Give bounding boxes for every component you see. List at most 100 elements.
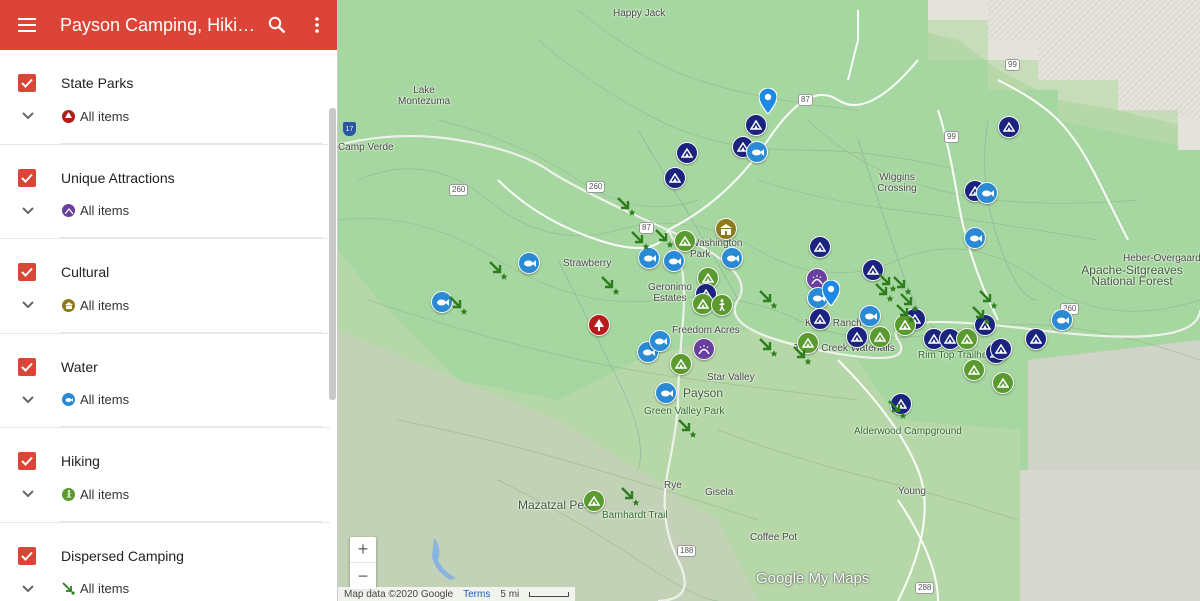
- dispersed-camping-arrow-icon[interactable]: [654, 228, 674, 248]
- dispersed-camping-arrow-icon[interactable]: [792, 345, 812, 365]
- campground-tent-icon[interactable]: [583, 490, 605, 512]
- museum-icon: [62, 298, 75, 312]
- tree-icon[interactable]: [588, 314, 610, 336]
- campground-tent-icon[interactable]: [670, 353, 692, 375]
- map-canvas[interactable]: Happy Jack Lake Montezuma Camp Verde Str…: [338, 0, 1200, 601]
- layer-checkbox[interactable]: [18, 357, 36, 376]
- campground-tent-icon[interactable]: [869, 326, 891, 348]
- fish-icon[interactable]: [746, 141, 768, 163]
- chevron-down-icon[interactable]: [20, 203, 36, 219]
- museum-icon[interactable]: [715, 218, 737, 240]
- dispersed-camping-arrow-icon[interactable]: [758, 337, 778, 357]
- layer-hiking: Hiking All items: [0, 428, 330, 523]
- sparkle-icon: [62, 204, 75, 217]
- dispersed-camping-arrow-icon[interactable]: [448, 295, 468, 315]
- all-items-link[interactable]: All items: [80, 298, 129, 313]
- layer-water: Water All items: [0, 334, 330, 428]
- dispersed-camping-arrow-icon[interactable]: [616, 196, 636, 216]
- fish-icon[interactable]: [976, 182, 998, 204]
- location-pin-icon[interactable]: [758, 87, 778, 115]
- campground-tent-icon[interactable]: [963, 359, 985, 381]
- attribution-bar: Map data ©2020 Google Terms 5 mi: [338, 587, 576, 601]
- fish-icon[interactable]: [721, 247, 743, 269]
- dispersed-camping-arrow-icon[interactable]: [874, 282, 894, 302]
- map-data-text: Map data ©2020 Google: [344, 588, 454, 600]
- search-icon[interactable]: [257, 0, 297, 50]
- fish-icon[interactable]: [663, 250, 685, 272]
- all-items-link[interactable]: All items: [80, 203, 129, 218]
- layer-checkbox[interactable]: [18, 452, 36, 470]
- fish-icon[interactable]: [859, 305, 881, 327]
- layer-checkbox[interactable]: [18, 546, 36, 565]
- dispersed-camping-arrow-icon[interactable]: [630, 230, 650, 250]
- location-pin-icon[interactable]: [821, 279, 841, 307]
- layer-name[interactable]: State Parks: [61, 75, 133, 91]
- all-items-link[interactable]: All items: [80, 109, 129, 124]
- dispersed-camping-arrow-icon[interactable]: [620, 486, 640, 506]
- fish-icon[interactable]: [964, 227, 986, 249]
- layer-checkbox[interactable]: [18, 74, 36, 92]
- dispersed-camping-arrow-icon[interactable]: [758, 289, 778, 309]
- chevron-down-icon[interactable]: [20, 486, 36, 502]
- dispersed-camping-arrow-icon[interactable]: [488, 260, 508, 280]
- layer-name[interactable]: Water: [61, 359, 98, 375]
- fish-icon[interactable]: [1051, 309, 1073, 331]
- google-my-maps-logo: Google My Maps: [756, 570, 870, 587]
- layer-unique-attractions: Unique Attractions All items: [0, 145, 330, 239]
- divider: [60, 520, 322, 522]
- layer-name[interactable]: Hiking: [61, 453, 100, 469]
- more-vert-icon[interactable]: [297, 0, 337, 50]
- map-title[interactable]: Payson Camping, Hiking, & Attractions: [54, 15, 257, 36]
- hiker-icon[interactable]: [711, 294, 733, 316]
- zoom-in-button[interactable]: +: [350, 537, 376, 563]
- layer-state-parks: State Parks All items: [0, 50, 330, 145]
- chevron-down-icon[interactable]: [20, 392, 36, 408]
- chevron-down-icon[interactable]: [20, 108, 36, 124]
- zoom-out-button[interactable]: −: [350, 563, 376, 589]
- dispersed-camping-arrow-icon[interactable]: [887, 399, 907, 419]
- fish-icon[interactable]: [649, 330, 671, 352]
- campground-tent-icon[interactable]: [674, 230, 696, 252]
- campground-tent-icon[interactable]: [676, 142, 698, 164]
- divider: [60, 142, 322, 144]
- campground-tent-icon[interactable]: [998, 116, 1020, 138]
- chevron-down-icon[interactable]: [20, 581, 36, 597]
- chevron-down-icon[interactable]: [20, 297, 36, 313]
- dispersed-camping-arrow-icon[interactable]: [600, 275, 620, 295]
- all-items-link[interactable]: All items: [80, 392, 129, 407]
- campground-tent-icon[interactable]: [956, 328, 978, 350]
- dispersed-camping-arrow-icon[interactable]: [971, 305, 991, 325]
- campground-tent-icon[interactable]: [846, 326, 868, 348]
- all-items-link[interactable]: All items: [80, 487, 129, 502]
- layer-checkbox[interactable]: [18, 168, 36, 187]
- menu-icon[interactable]: [0, 0, 54, 50]
- dispersed-camping-arrow-icon[interactable]: [895, 303, 915, 323]
- campground-tent-icon[interactable]: [809, 308, 831, 330]
- divider: [60, 237, 322, 238]
- layer-name[interactable]: Cultural: [61, 264, 109, 280]
- layer-list: State Parks All items Unique Attractions…: [0, 50, 330, 601]
- campground-tent-icon[interactable]: [1025, 328, 1047, 350]
- campground-tent-icon[interactable]: [809, 236, 831, 258]
- scale-bar: [529, 591, 570, 597]
- layer-name[interactable]: Unique Attractions: [61, 170, 175, 186]
- app-bar: Payson Camping, Hiking, & Attractions: [0, 0, 337, 50]
- campground-tent-icon[interactable]: [992, 372, 1014, 394]
- all-items-link[interactable]: All items: [80, 581, 129, 596]
- campground-tent-icon[interactable]: [745, 114, 767, 136]
- fish-icon[interactable]: [638, 247, 660, 269]
- terms-link[interactable]: Terms: [463, 589, 490, 600]
- campground-tent-icon[interactable]: [664, 167, 686, 189]
- divider: [60, 426, 322, 427]
- dispersed-camping-arrow-icon[interactable]: [677, 418, 697, 438]
- tree-icon: [62, 109, 75, 123]
- layer-name[interactable]: Dispersed Camping: [61, 548, 184, 564]
- layer-checkbox[interactable]: [18, 263, 36, 281]
- campground-tent-icon[interactable]: [990, 338, 1012, 360]
- divider: [60, 331, 322, 333]
- sidebar: Payson Camping, Hiking, & Attractions St…: [0, 0, 338, 601]
- fish-icon[interactable]: [655, 382, 677, 404]
- sidebar-scrollbar[interactable]: [329, 108, 336, 400]
- fish-icon[interactable]: [518, 252, 540, 274]
- sparkle-icon[interactable]: [693, 338, 715, 360]
